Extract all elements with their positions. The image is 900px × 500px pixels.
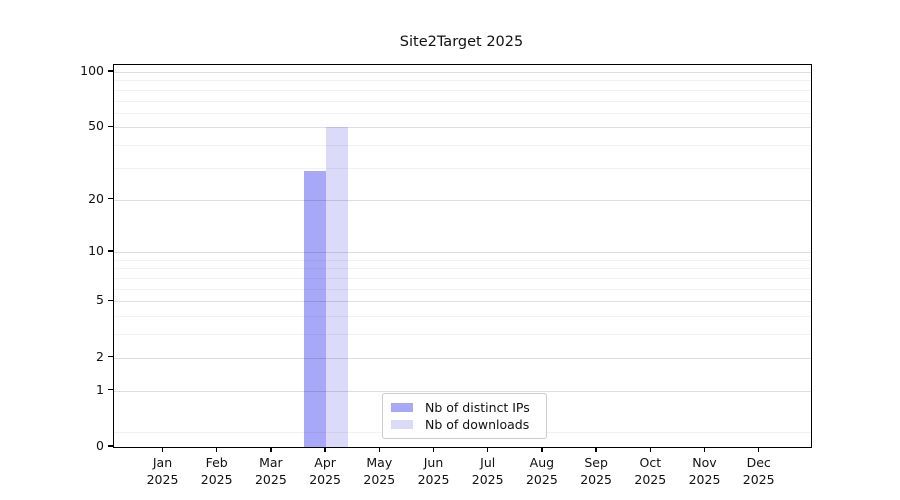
y-tick-mark bbox=[108, 70, 113, 71]
y-tick-mark bbox=[108, 250, 113, 251]
gridline-minor bbox=[114, 334, 811, 335]
gridline-major bbox=[114, 358, 811, 359]
x-tick-mark bbox=[487, 447, 488, 452]
x-tick-label: Sep 2025 bbox=[566, 454, 626, 488]
y-tick-mark bbox=[108, 300, 113, 301]
gridline-minor bbox=[114, 90, 811, 91]
gridline-minor bbox=[114, 80, 811, 81]
y-tick-mark bbox=[108, 389, 113, 390]
gridline-major bbox=[114, 301, 811, 302]
x-tick-mark bbox=[541, 447, 542, 452]
gridline-major bbox=[114, 391, 811, 392]
x-tick-mark bbox=[704, 447, 705, 452]
x-tick-label: Apr 2025 bbox=[295, 454, 355, 488]
y-tick-label: 1 bbox=[4, 382, 104, 398]
x-tick-label: Dec 2025 bbox=[729, 454, 789, 488]
y-tick-mark bbox=[108, 356, 113, 357]
chart-title: Site2Target 2025 bbox=[113, 34, 810, 50]
gridline-major bbox=[114, 200, 811, 201]
legend: Nb of distinct IPs Nb of downloads bbox=[382, 393, 547, 439]
x-tick-label: Feb 2025 bbox=[187, 454, 247, 488]
gridline-minor bbox=[114, 101, 811, 102]
x-tick-label: Mar 2025 bbox=[241, 454, 301, 488]
legend-swatch-icon bbox=[391, 420, 413, 429]
y-tick-label: 100 bbox=[4, 63, 104, 79]
gridline-minor bbox=[114, 268, 811, 269]
legend-swatch-icon bbox=[391, 403, 413, 412]
x-tick-label: Nov 2025 bbox=[675, 454, 735, 488]
bar-nb-of-distinct-ips-apr bbox=[304, 171, 326, 447]
gridline-major bbox=[114, 252, 811, 253]
x-tick-label: May 2025 bbox=[349, 454, 409, 488]
x-tick-label: Oct 2025 bbox=[620, 454, 680, 488]
gridline-minor bbox=[114, 289, 811, 290]
x-tick-label: Jul 2025 bbox=[458, 454, 518, 488]
x-tick-mark bbox=[379, 447, 380, 452]
x-tick-mark bbox=[216, 447, 217, 452]
legend-row: Nb of distinct IPs bbox=[391, 399, 538, 416]
x-tick-mark bbox=[433, 447, 434, 452]
gridline-major bbox=[114, 72, 811, 73]
x-tick-label: Jun 2025 bbox=[404, 454, 464, 488]
legend-row: Nb of downloads bbox=[391, 416, 538, 433]
bar-nb-of-downloads-apr bbox=[326, 127, 348, 447]
gridline-minor bbox=[114, 316, 811, 317]
y-tick-label: 10 bbox=[4, 243, 104, 259]
gridline-minor bbox=[114, 278, 811, 279]
gridline-minor bbox=[114, 113, 811, 114]
x-tick-mark bbox=[595, 447, 596, 452]
plot-area: Nb of distinct IPs Nb of downloads bbox=[113, 64, 812, 448]
y-tick-mark bbox=[108, 126, 113, 127]
y-tick-label: 20 bbox=[4, 191, 104, 207]
gridline-minor bbox=[114, 168, 811, 169]
legend-label: Nb of downloads bbox=[425, 417, 529, 432]
x-tick-label: Aug 2025 bbox=[512, 454, 572, 488]
y-tick-label: 0 bbox=[4, 438, 104, 454]
gridline-minor bbox=[114, 260, 811, 261]
legend-label: Nb of distinct IPs bbox=[425, 400, 530, 415]
gridline-major bbox=[114, 127, 811, 128]
x-tick-mark bbox=[650, 447, 651, 452]
gridline-minor bbox=[114, 145, 811, 146]
chart-canvas: Site2Target 2025 Nb of distinct IPsNb of… bbox=[0, 0, 900, 500]
x-tick-mark bbox=[324, 447, 325, 452]
y-tick-mark bbox=[108, 445, 113, 446]
x-tick-label: Jan 2025 bbox=[133, 454, 193, 488]
y-tick-label: 2 bbox=[4, 349, 104, 365]
y-tick-label: 50 bbox=[4, 118, 104, 134]
x-tick-mark bbox=[162, 447, 163, 452]
y-tick-mark bbox=[108, 198, 113, 199]
x-tick-mark bbox=[270, 447, 271, 452]
x-tick-mark bbox=[758, 447, 759, 452]
y-tick-label: 5 bbox=[4, 292, 104, 308]
